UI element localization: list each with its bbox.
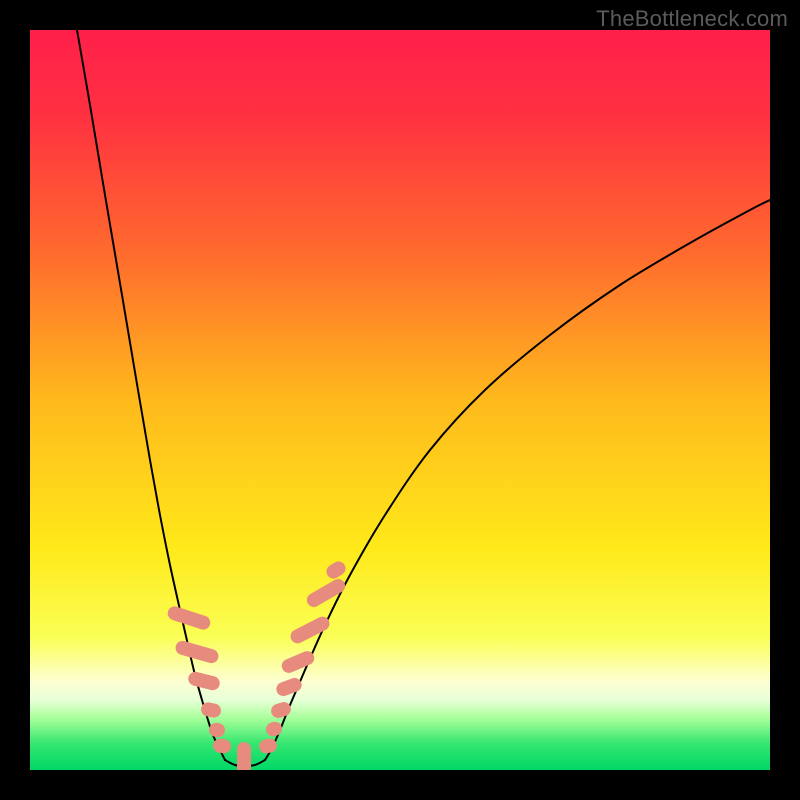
outer-frame: TheBottleneck.com bbox=[0, 0, 800, 800]
chart-svg bbox=[30, 30, 770, 770]
watermark-label: TheBottleneck.com bbox=[596, 6, 788, 32]
gradient-background bbox=[30, 30, 770, 770]
marker-valley-markers-0 bbox=[237, 742, 251, 770]
plot-area bbox=[30, 30, 770, 770]
